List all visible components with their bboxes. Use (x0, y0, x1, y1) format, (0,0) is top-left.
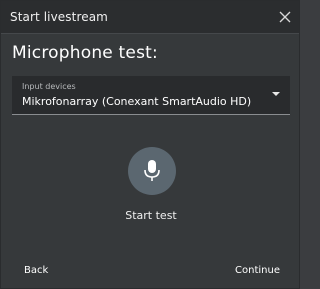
back-button[interactable]: Back (24, 265, 48, 276)
title-bar: Start livestream (1, 1, 299, 34)
input-devices-select[interactable]: Input devices Mikrofonarray (Conexant Sm… (12, 76, 290, 115)
microphone-icon (144, 160, 160, 181)
close-icon[interactable] (277, 9, 293, 25)
start-test-button[interactable] (128, 147, 176, 195)
chevron-down-icon (272, 92, 280, 96)
dialog-title: Start livestream (10, 10, 108, 24)
start-livestream-dialog: Start livestream Microphone test: Input … (0, 0, 300, 289)
continue-button[interactable]: Continue (235, 265, 280, 276)
input-devices-value: Mikrofonarray (Conexant SmartAudio HD) (22, 95, 252, 108)
page-title: Microphone test: (12, 43, 158, 63)
input-devices-label: Input devices (22, 82, 76, 91)
start-test-label: Start test (125, 209, 177, 222)
